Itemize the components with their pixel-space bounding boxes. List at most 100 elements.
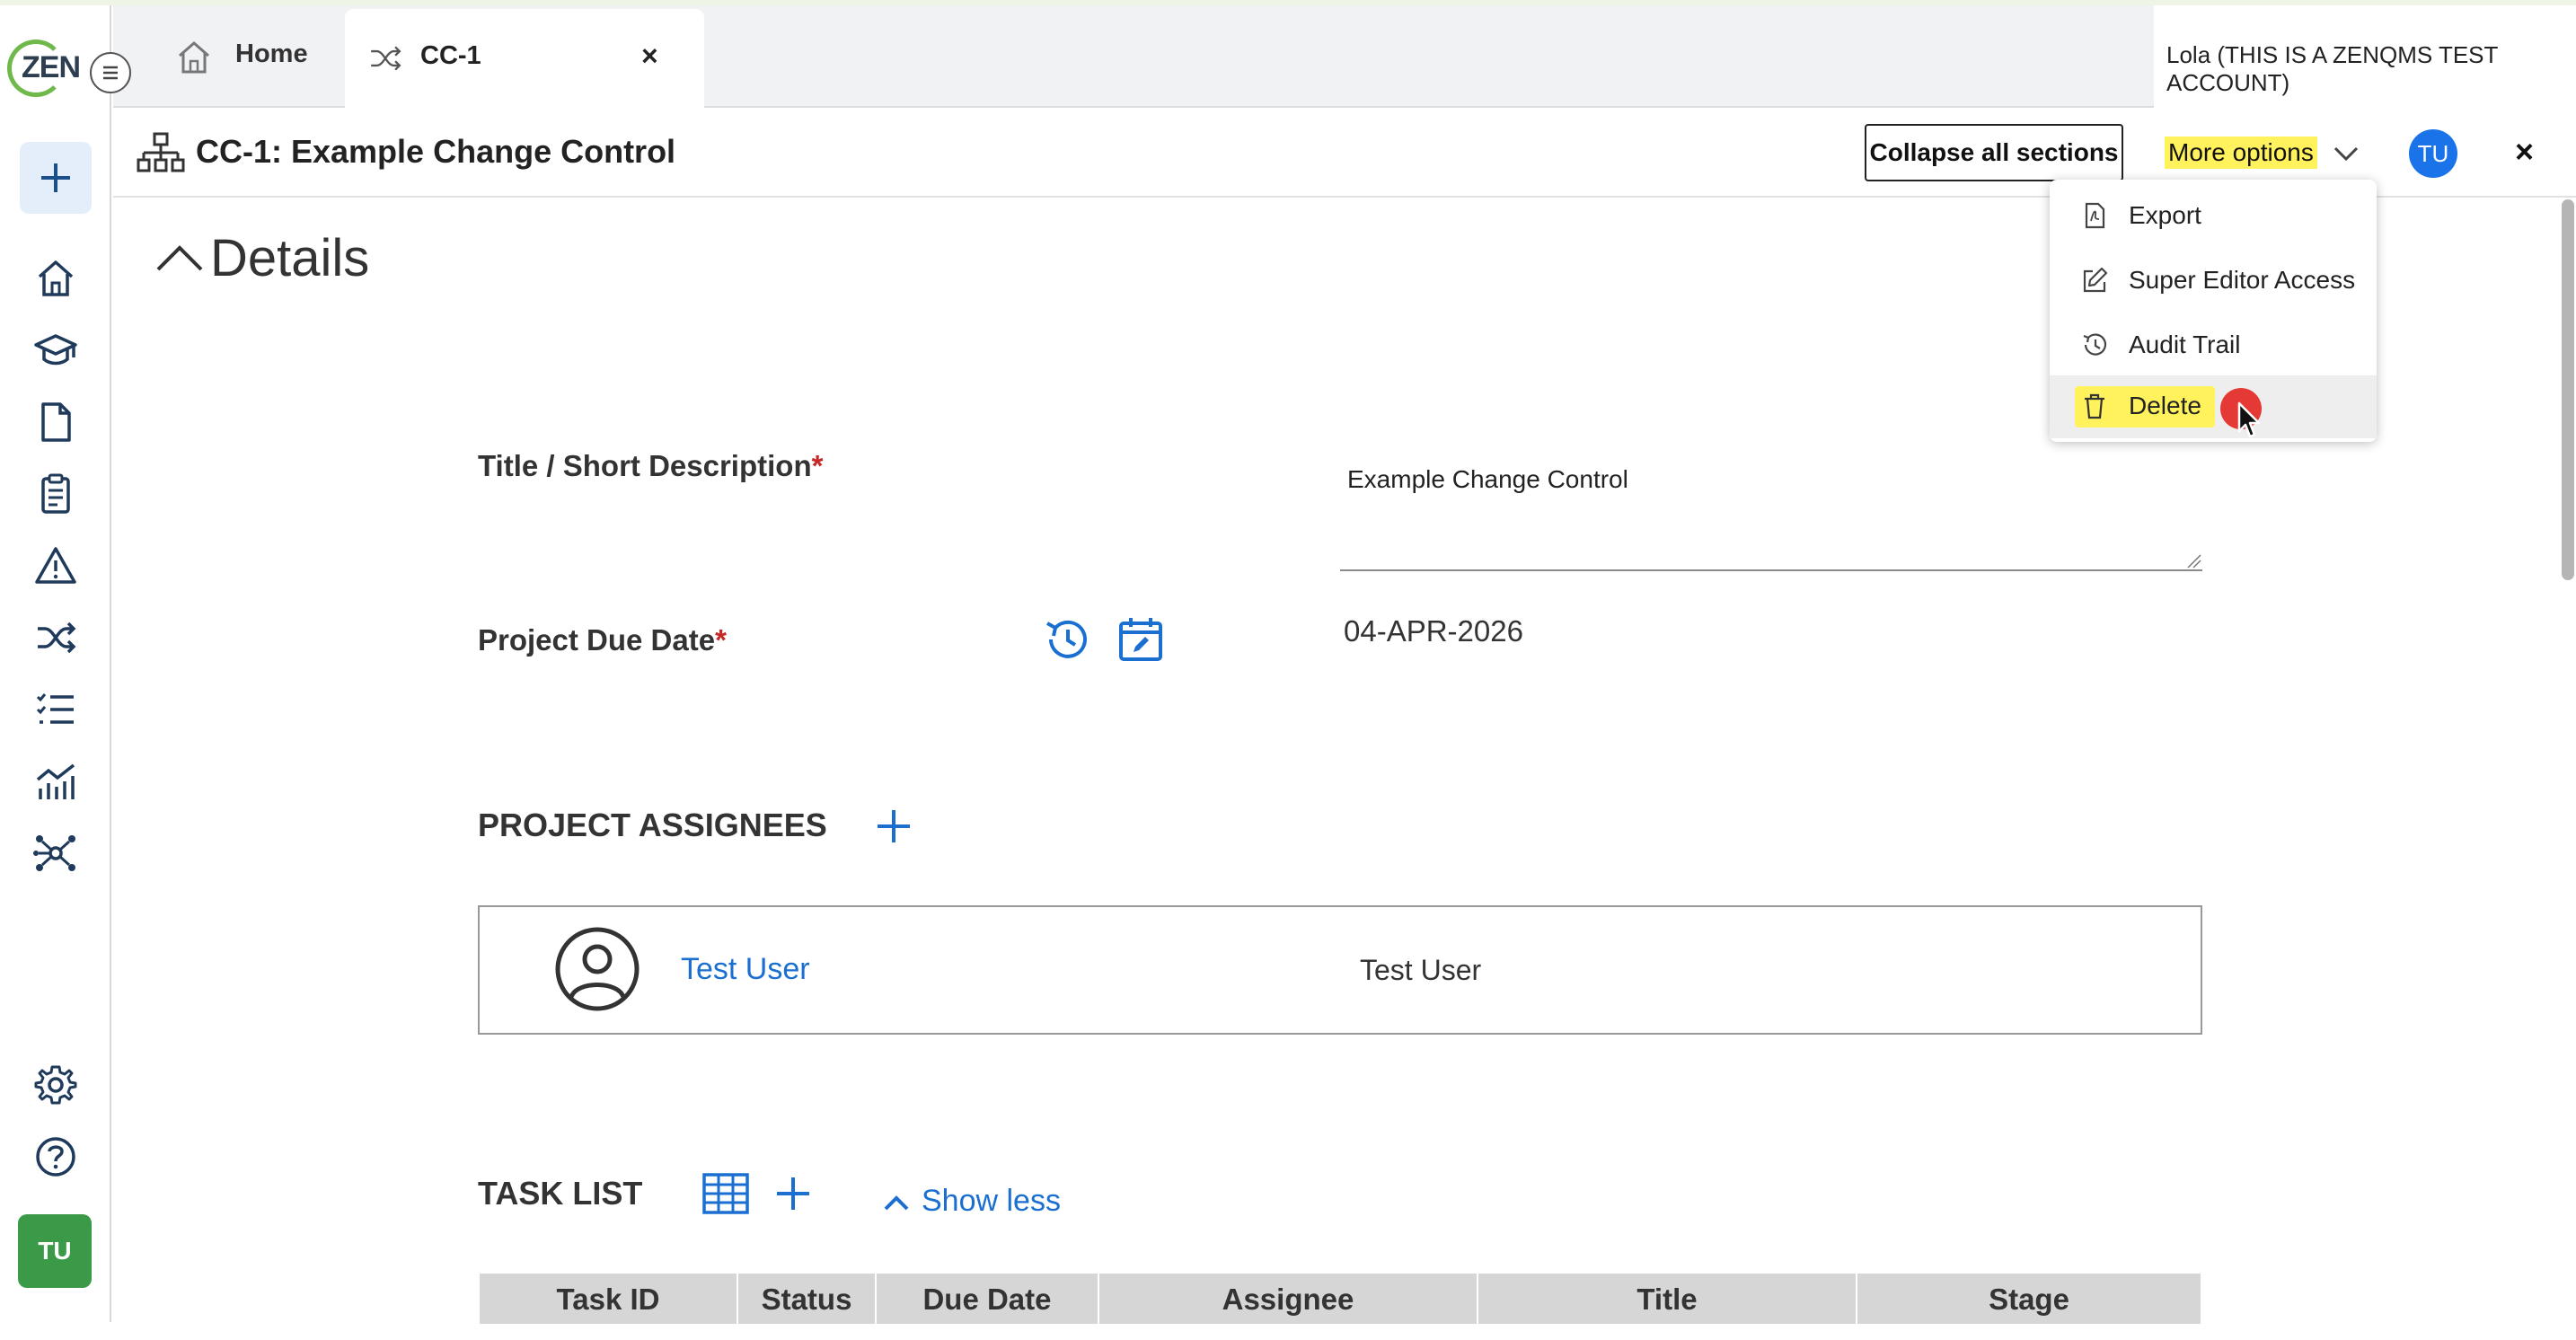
title-field-input[interactable]: Example Change Control xyxy=(1347,465,1628,494)
task-list-heading: TASK LIST xyxy=(478,1175,643,1212)
menu-item-super-editor-access[interactable]: Super Editor Access xyxy=(2050,250,2377,313)
checklist-icon xyxy=(36,693,74,724)
shuffle-icon xyxy=(38,622,76,654)
assignee-link[interactable]: Test User xyxy=(681,952,810,987)
settings-icon xyxy=(34,1065,77,1105)
sidebar-item-tasks[interactable] xyxy=(32,471,79,517)
title-field-underline xyxy=(1340,569,2202,571)
create-new-button[interactable] xyxy=(20,142,92,214)
sidebar-item-settings[interactable] xyxy=(32,1062,79,1108)
plus-icon xyxy=(878,810,910,842)
details-collapse-toggle[interactable] xyxy=(154,241,205,273)
due-date-value: 04-APR-2026 xyxy=(1344,614,1523,648)
network-icon xyxy=(33,835,75,871)
tab-close-button[interactable]: × xyxy=(641,40,658,73)
column-header-stage[interactable]: Stage xyxy=(1857,1283,2201,1317)
app-logo: ZEN xyxy=(22,50,81,84)
shuffle-icon xyxy=(371,46,401,71)
due-date-calendar-button[interactable] xyxy=(1116,614,1166,665)
home-icon xyxy=(179,41,209,74)
hierarchy-icon-wrap xyxy=(137,131,185,174)
tab-cc-1-icon-wrap xyxy=(366,41,404,75)
user-avatar-placeholder xyxy=(553,925,641,1013)
sidebar-toggle-button[interactable] xyxy=(90,52,131,93)
more-options-menu: Export Super Editor Access Audit Trail D… xyxy=(2050,180,2377,442)
analytics-icon xyxy=(36,763,75,799)
task-table-view-button[interactable] xyxy=(701,1171,751,1216)
history-icon xyxy=(2083,333,2107,356)
tab-home-label[interactable]: Home xyxy=(235,40,308,69)
warning-icon xyxy=(35,547,76,584)
resize-grip-icon xyxy=(2187,554,2201,569)
trash-icon xyxy=(2085,393,2104,419)
pointer-cursor-icon xyxy=(2237,401,2261,438)
menu-item-audit-trail-label: Audit Trail xyxy=(2129,331,2241,358)
collapse-all-sections-button[interactable]: Collapse all sections xyxy=(1865,124,2123,181)
plus-icon xyxy=(777,1177,809,1210)
chevron-up-icon xyxy=(156,245,203,271)
user-avatar-sidebar[interactable]: TU xyxy=(18,1214,92,1288)
title-field-label-text: Title / Short Description xyxy=(478,449,812,482)
page-title: CC-1: Example Change Control xyxy=(196,133,676,170)
column-header-status[interactable]: Status xyxy=(738,1283,875,1317)
due-date-field-label-text: Project Due Date xyxy=(478,623,716,657)
due-date-history-button[interactable] xyxy=(1042,614,1092,665)
menu-item-delete-label: Delete xyxy=(2129,392,2201,419)
task-table-header: Task ID Status Due Date Assignee Title S… xyxy=(480,1274,2201,1324)
column-header-assignee[interactable]: Assignee xyxy=(1099,1283,1477,1317)
required-marker: * xyxy=(715,623,727,657)
edit-icon xyxy=(2083,267,2108,293)
assignee-name: Test User xyxy=(1360,954,1482,986)
account-label[interactable]: Lola (THIS IS A ZENQMS TEST ACCOUNT) xyxy=(2166,41,2576,97)
more-options-button[interactable]: More options xyxy=(2165,137,2317,169)
close-record-button[interactable]: × xyxy=(2515,133,2534,171)
hierarchy-icon xyxy=(137,132,185,172)
sidebar-item-analytics[interactable] xyxy=(32,758,79,805)
column-header-task-id[interactable]: Task ID xyxy=(480,1283,737,1317)
sidebar-item-home[interactable] xyxy=(32,255,79,302)
textarea-resize-handle[interactable] xyxy=(2183,550,2202,569)
home-icon xyxy=(38,260,74,296)
tab-cc-1-label[interactable]: CC-1 xyxy=(420,41,481,71)
title-field-label: Title / Short Description* xyxy=(478,449,823,483)
column-header-due-date[interactable]: Due Date xyxy=(877,1283,1098,1317)
more-options-chevron-wrap[interactable] xyxy=(2332,140,2360,167)
sidebar-item-help[interactable] xyxy=(32,1133,79,1180)
required-marker: * xyxy=(811,449,824,482)
menu-item-export-label: Export xyxy=(2129,201,2201,229)
add-task-button[interactable] xyxy=(771,1169,816,1218)
sidebar-item-network[interactable] xyxy=(32,830,79,877)
clipboard-icon xyxy=(41,473,70,514)
chevron-up-icon xyxy=(884,1195,909,1211)
menu-item-export[interactable]: Export xyxy=(2050,185,2377,248)
sidebar-item-documents[interactable] xyxy=(32,399,79,445)
history-icon xyxy=(1046,620,1087,658)
project-assignees-heading: PROJECT ASSIGNEES xyxy=(478,807,827,843)
calendar-edit-icon xyxy=(1119,618,1162,661)
add-assignee-button[interactable] xyxy=(871,801,916,851)
user-avatar-header[interactable]: TU xyxy=(2409,129,2457,178)
graduation-cap-icon xyxy=(34,334,77,366)
menu-item-delete[interactable]: Delete xyxy=(2050,375,2377,438)
show-less-link[interactable]: Show less xyxy=(922,1184,1061,1219)
show-less-chevron-wrap[interactable] xyxy=(882,1191,911,1212)
tab-home[interactable] xyxy=(171,36,217,79)
menu-item-super-editor-access-label: Super Editor Access xyxy=(2129,266,2356,294)
details-section-title: Details xyxy=(210,229,370,287)
mouse-cursor xyxy=(2236,401,2263,440)
menu-item-audit-trail[interactable]: Audit Trail xyxy=(2050,314,2377,377)
sidebar-item-checklists[interactable] xyxy=(32,686,79,733)
sidebar-item-issues[interactable] xyxy=(32,542,79,589)
column-header-title[interactable]: Title xyxy=(1478,1283,1856,1317)
vertical-scrollbar[interactable] xyxy=(2562,199,2574,580)
plus-icon xyxy=(41,163,70,192)
hamburger-icon xyxy=(103,66,118,80)
sidebar-item-change-control[interactable] xyxy=(32,614,79,661)
due-date-field-label: Project Due Date* xyxy=(478,623,727,657)
user-circle-icon xyxy=(555,927,640,1011)
chevron-down-icon xyxy=(2333,146,2359,162)
pdf-icon xyxy=(2085,202,2105,229)
sidebar-item-training[interactable] xyxy=(32,327,79,374)
help-icon xyxy=(36,1137,75,1177)
table-grid-icon xyxy=(702,1173,749,1214)
